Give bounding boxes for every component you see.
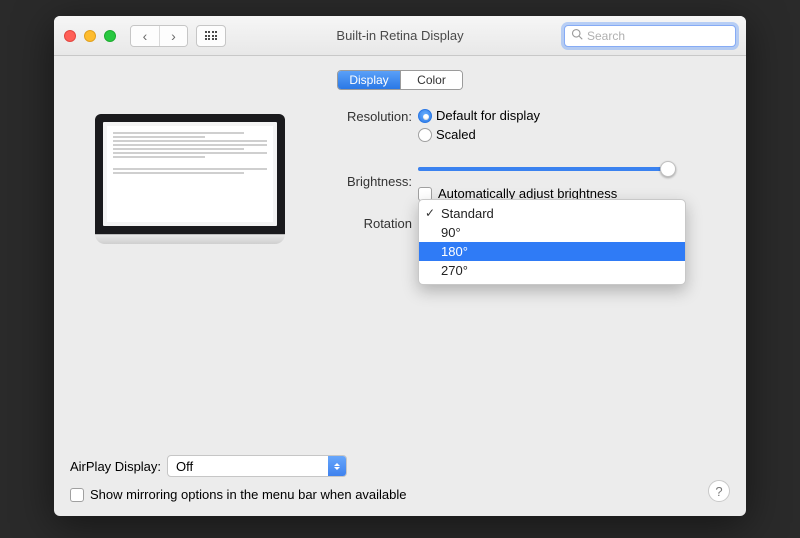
checkmark-icon: ✓ xyxy=(425,206,435,220)
resolution-default-label: Default for display xyxy=(436,108,540,123)
airplay-popup[interactable]: Off xyxy=(167,455,347,477)
close-button[interactable] xyxy=(64,30,76,42)
search-input[interactable] xyxy=(587,29,729,43)
rotation-label: Rotation xyxy=(310,215,418,231)
grid-icon xyxy=(205,31,218,40)
zoom-button[interactable] xyxy=(104,30,116,42)
chevron-right-icon: › xyxy=(171,28,176,44)
brightness-slider[interactable] xyxy=(418,160,676,178)
rotation-option-label: 90° xyxy=(441,225,461,240)
resolution-scaled-label: Scaled xyxy=(436,127,476,142)
rotation-menu: ✓ Standard 90° 180° 270° xyxy=(418,199,686,285)
brightness-label: Brightness: xyxy=(310,173,418,189)
chevron-left-icon: ‹ xyxy=(143,28,148,44)
content-area: Display Color xyxy=(54,56,746,259)
preferences-window: ‹ › Built-in Retina Display Display Colo… xyxy=(54,16,746,516)
rotation-option-label: 180° xyxy=(441,244,468,259)
rotation-option-label: 270° xyxy=(441,263,468,278)
radio-icon xyxy=(418,128,432,142)
rotation-option-label: Standard xyxy=(441,206,494,221)
popup-arrows-icon xyxy=(328,456,346,476)
bottom-bar: AirPlay Display: Off Show mirroring opti… xyxy=(70,455,730,502)
resolution-scaled-option[interactable]: Scaled xyxy=(418,127,720,142)
airplay-value: Off xyxy=(176,459,193,474)
search-icon xyxy=(571,28,583,43)
nav-segment: ‹ › xyxy=(130,25,188,47)
mirroring-checkbox[interactable] xyxy=(70,488,84,502)
rotation-option[interactable]: 90° xyxy=(419,223,685,242)
airplay-label: AirPlay Display: xyxy=(70,459,161,474)
window-controls xyxy=(64,30,116,42)
tab-color[interactable]: Color xyxy=(400,71,462,89)
display-preview xyxy=(70,108,310,245)
rotation-option[interactable]: ✓ Standard xyxy=(419,204,685,223)
question-icon: ? xyxy=(715,484,722,499)
show-all-button[interactable] xyxy=(196,25,226,47)
search-field[interactable] xyxy=(564,25,736,47)
rotation-option[interactable]: 270° xyxy=(419,261,685,280)
help-button[interactable]: ? xyxy=(708,480,730,502)
minimize-button[interactable] xyxy=(84,30,96,42)
tab-display[interactable]: Display xyxy=(338,71,400,89)
settings-pane: Resolution: Default for display Scaled xyxy=(310,108,730,245)
titlebar: ‹ › Built-in Retina Display xyxy=(54,16,746,56)
rotation-option[interactable]: 180° xyxy=(419,242,685,261)
radio-icon xyxy=(418,109,432,123)
back-button[interactable]: ‹ xyxy=(131,26,159,46)
resolution-default-option[interactable]: Default for display xyxy=(418,108,720,123)
forward-button[interactable]: › xyxy=(159,26,187,46)
laptop-icon xyxy=(95,114,285,244)
tab-bar: Display Color xyxy=(70,70,730,90)
mirroring-label: Show mirroring options in the menu bar w… xyxy=(90,487,407,502)
resolution-label: Resolution: xyxy=(310,108,418,124)
